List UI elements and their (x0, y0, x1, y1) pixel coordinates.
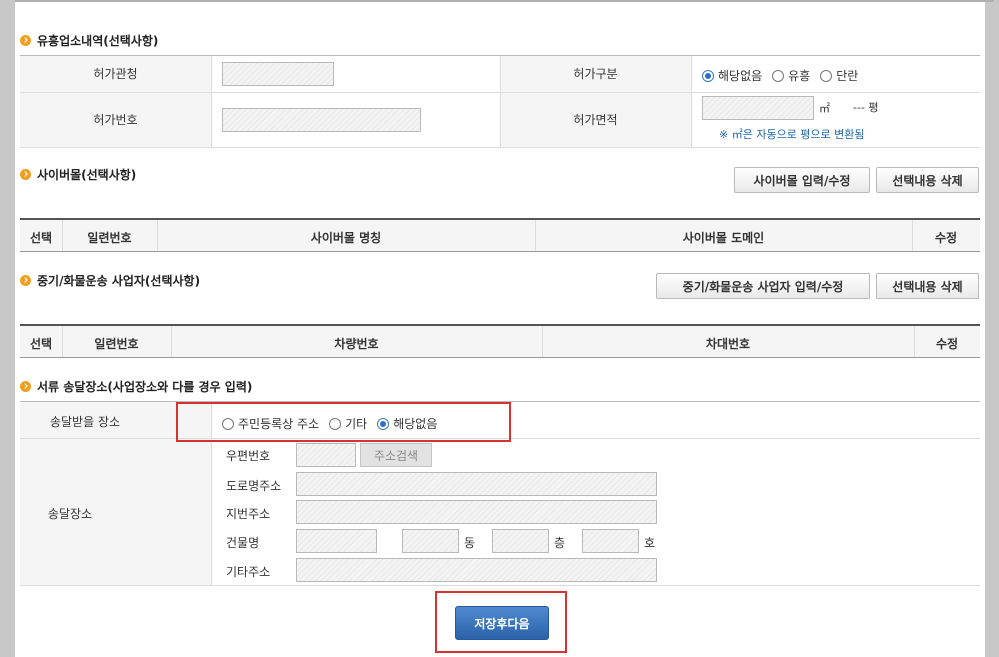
highlight-delivery-options (176, 402, 511, 442)
lot-address-label: 지번주소 (226, 507, 271, 521)
table-bottom-border (20, 251, 980, 252)
transport-table-header: 선택 일련번호 차량번호 차대번호 수정 (20, 326, 980, 357)
delivery-place-label: 송달받을 장소 (49, 415, 121, 429)
table-bottom-border (20, 357, 980, 358)
pyeong-unit-text: 평 (868, 101, 879, 114)
dong-input[interactable] (402, 529, 459, 553)
entertainment-section-title: 유흥업소내역(선택사항) (20, 32, 158, 49)
entertainment-title-text: 유흥업소내역(선택사항) (37, 34, 159, 48)
top-divider (15, 0, 994, 2)
section-bullet-icon (20, 35, 31, 46)
permit-type-option-none[interactable]: 해당없음 (702, 67, 762, 84)
column-header-serial: 일련번호 (94, 337, 139, 351)
road-address-label: 도로명주소 (226, 479, 282, 493)
column-header-edit: 수정 (935, 337, 959, 351)
permit-number-label: 허가번호 (93, 113, 138, 127)
column-header-mall-domain: 사이버몰 도메인 (682, 231, 765, 245)
permit-type-option-karaoke[interactable]: 단란 (820, 67, 858, 84)
road-address-input[interactable] (296, 472, 657, 496)
area-conversion-note: ※ ㎡은 자동으로 평으로 변환됨 (719, 128, 865, 141)
zip-input[interactable] (296, 443, 356, 467)
section-bullet-icon (20, 381, 31, 392)
divider (20, 585, 980, 586)
transport-edit-button[interactable]: 중기/화물운송 사업자 입력/수정 (656, 273, 870, 299)
cybermall-section-title: 사이버몰(선택사항) (20, 166, 136, 183)
permit-type-option-entertainment[interactable]: 유흥 (772, 67, 810, 84)
lot-address-input[interactable] (296, 500, 657, 524)
save-and-next-button[interactable]: 저장후다음 (455, 606, 549, 640)
cybermall-title-text: 사이버몰(선택사항) (37, 168, 137, 182)
permit-type-option-label: 단란 (836, 69, 859, 83)
divider (211, 56, 212, 147)
building-name-label: 건물명 (226, 536, 260, 550)
cybermall-delete-button[interactable]: 선택내용 삭제 (876, 167, 979, 193)
area-unit-text: ㎡ (819, 102, 830, 115)
column-header-mall-name: 사이버몰 명칭 (310, 231, 382, 245)
pyeong-value-text: --- (853, 101, 865, 114)
divider (20, 147, 980, 148)
zip-label: 우편번호 (226, 449, 271, 463)
other-address-label: 기타주소 (226, 565, 271, 579)
radio-checked-icon[interactable] (702, 69, 714, 82)
permit-type-option-label: 유흥 (788, 69, 811, 83)
address-search-button[interactable]: 주소검색 (360, 443, 432, 467)
delivery-section-title: 서류 송달장소(사업장소와 다를 경우 입력) (20, 378, 252, 395)
cybermall-edit-button[interactable]: 사이버몰 입력/수정 (734, 167, 870, 193)
column-header-select: 선택 (29, 337, 53, 351)
radio-unchecked-icon[interactable] (820, 69, 833, 82)
permit-area-input[interactable] (702, 96, 814, 120)
floor-input[interactable] (492, 529, 549, 553)
column-header-edit: 수정 (934, 231, 958, 245)
radio-unchecked-icon[interactable] (772, 69, 785, 82)
dong-unit-label: 동 (464, 536, 476, 550)
divider (691, 56, 692, 147)
permit-number-input[interactable] (222, 108, 421, 132)
column-header-serial: 일련번호 (87, 231, 132, 245)
cybermall-table-header: 선택 일련번호 사이버몰 명칭 사이버몰 도메인 수정 (20, 220, 980, 251)
section-bullet-icon (20, 169, 31, 180)
column-header-chassis-number: 차대번호 (705, 337, 751, 351)
building-name-input[interactable] (296, 529, 377, 553)
form-page: 유흥업소내역(선택사항) 허가관청 허가구분 해당없음 유흥 단란 허가번호 허… (15, 0, 994, 657)
column-header-vehicle-number: 차량번호 (334, 337, 379, 351)
delivery-address-label: 송달장소 (47, 507, 93, 521)
permit-office-label: 허가관청 (93, 67, 138, 81)
transport-delete-button[interactable]: 선택내용 삭제 (876, 273, 979, 299)
section-bullet-icon (20, 275, 31, 286)
permit-type-option-label: 해당없음 (718, 69, 763, 83)
ho-unit-label: 호 (644, 536, 656, 550)
permit-area-label: 허가면적 (573, 113, 618, 127)
delivery-title-text: 서류 송달장소(사업장소와 다를 경우 입력) (37, 380, 253, 394)
transport-section-title: 중기/화물운송 사업자(선택사항) (20, 272, 200, 289)
pyeong-value: --- 평 (853, 99, 879, 115)
permit-office-input[interactable] (222, 62, 334, 86)
other-address-input[interactable] (296, 558, 657, 582)
permit-type-radio-group: 해당없음 유흥 단란 (702, 67, 868, 84)
floor-unit-label: 층 (554, 536, 566, 550)
transport-title-text: 중기/화물운송 사업자(선택사항) (37, 274, 201, 288)
ho-input[interactable] (582, 529, 639, 553)
permit-type-label: 허가구분 (573, 67, 618, 81)
column-header-select: 선택 (29, 231, 53, 245)
